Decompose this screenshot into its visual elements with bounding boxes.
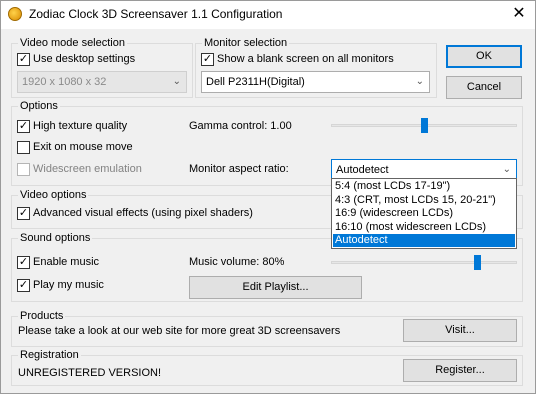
close-icon[interactable]: ✕ bbox=[507, 4, 531, 24]
play-my-music-label: Play my music bbox=[33, 279, 104, 291]
edit-playlist-button[interactable]: Edit Playlist... bbox=[189, 276, 362, 299]
registration-status: UNREGISTERED VERSION! bbox=[18, 367, 162, 379]
widescreen-checkbox[interactable] bbox=[17, 163, 30, 176]
chevron-down-icon: ⌄ bbox=[502, 164, 511, 175]
exit-mouse-label: Exit on mouse move bbox=[33, 141, 133, 153]
video-options-group-label: Video options bbox=[18, 189, 89, 202]
aspect-ratio-dropdown-list: 5:4 (most LCDs 17-19") 4:3 (CRT, most LCD… bbox=[331, 178, 517, 249]
blank-screen-checkbox[interactable]: ✓ bbox=[201, 53, 214, 66]
chevron-down-icon: ⌄ bbox=[415, 76, 424, 87]
aspect-ratio-option[interactable]: 16:10 (most widescreen LCDs) bbox=[333, 221, 515, 234]
ok-button[interactable]: OK bbox=[446, 45, 522, 68]
high-texture-checkbox[interactable]: ✓ bbox=[17, 120, 30, 133]
products-text: Please take a look at our web site for m… bbox=[18, 325, 341, 337]
aspect-ratio-option[interactable]: 16:9 (widescreen LCDs) bbox=[333, 207, 515, 220]
monitor-group-label: Monitor selection bbox=[202, 37, 290, 50]
exit-mouse-checkbox[interactable] bbox=[17, 141, 30, 154]
resolution-select[interactable]: 1920 x 1080 x 32 ⌄ bbox=[17, 71, 187, 93]
enable-music-checkbox[interactable]: ✓ bbox=[17, 256, 30, 269]
sound-options-group-label: Sound options bbox=[18, 232, 93, 245]
advanced-effects-checkbox[interactable]: ✓ bbox=[17, 207, 30, 220]
resolution-value: 1920 x 1080 x 32 bbox=[22, 76, 107, 88]
zodiac-clock-icon bbox=[8, 7, 22, 21]
use-desktop-label: Use desktop settings bbox=[33, 53, 136, 65]
registration-group-label: Registration bbox=[18, 349, 81, 362]
window-title: Zodiac Clock 3D Screensaver 1.1 Configur… bbox=[29, 7, 283, 21]
aspect-label: Monitor aspect ratio: bbox=[189, 163, 289, 175]
volume-slider-track[interactable] bbox=[331, 261, 517, 264]
products-group-label: Products bbox=[18, 310, 66, 323]
aspect-ratio-option[interactable]: 5:4 (most LCDs 17-19") bbox=[333, 180, 515, 193]
visit-button[interactable]: Visit... bbox=[403, 319, 517, 342]
advanced-effects-label: Advanced visual effects (using pixel sha… bbox=[33, 207, 253, 219]
video-mode-group-label: Video mode selection bbox=[18, 37, 127, 50]
title-bar: Zodiac Clock 3D Screensaver 1.1 Configur… bbox=[1, 1, 535, 29]
enable-music-label: Enable music bbox=[33, 256, 100, 268]
monitor-value: Dell P2311H(Digital) bbox=[206, 76, 305, 88]
high-texture-label: High texture quality bbox=[33, 120, 128, 132]
register-button[interactable]: Register... bbox=[403, 359, 517, 382]
aspect-ratio-option[interactable]: 4:3 (CRT, most LCDs 15, 20-21") bbox=[333, 194, 515, 207]
music-volume-label: Music volume: 80% bbox=[189, 256, 285, 268]
chevron-down-icon: ⌄ bbox=[172, 76, 181, 87]
gamma-label: Gamma control: 1.00 bbox=[189, 120, 292, 132]
aspect-ratio-option[interactable]: Autodetect bbox=[333, 234, 515, 248]
monitor-select[interactable]: Dell P2311H(Digital) ⌄ bbox=[201, 71, 430, 93]
blank-screen-label: Show a blank screen on all monitors bbox=[217, 53, 394, 65]
cancel-button[interactable]: Cancel bbox=[446, 76, 522, 99]
use-desktop-checkbox[interactable]: ✓ bbox=[17, 53, 30, 66]
play-my-music-checkbox[interactable]: ✓ bbox=[17, 279, 30, 292]
aspect-ratio-value: Autodetect bbox=[336, 164, 389, 176]
widescreen-label: Widescreen emulation bbox=[33, 163, 142, 175]
gamma-slider-thumb[interactable] bbox=[420, 118, 428, 133]
options-group-label: Options bbox=[18, 100, 60, 113]
volume-slider-thumb[interactable] bbox=[474, 255, 482, 270]
